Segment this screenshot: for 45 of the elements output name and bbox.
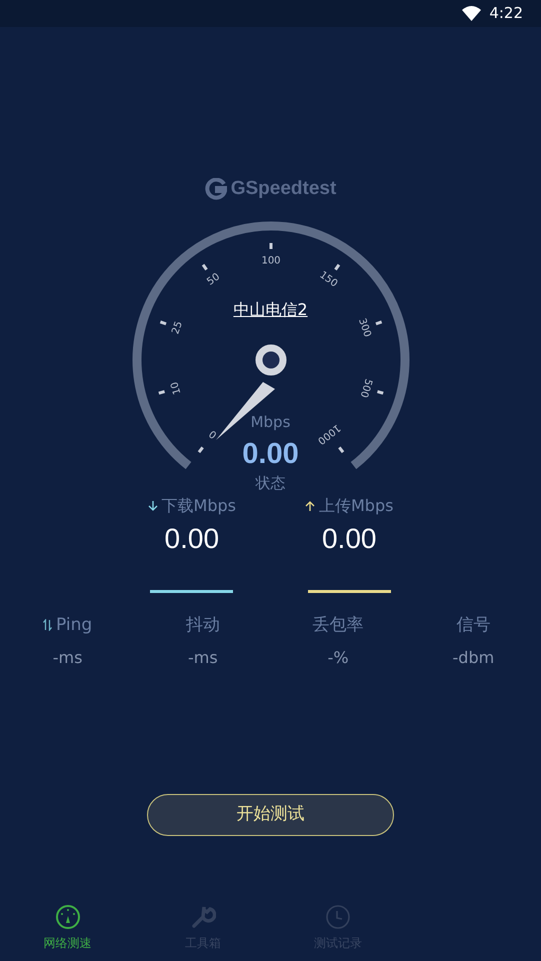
gauge-icon xyxy=(54,904,81,930)
time-text: 4:22 xyxy=(489,3,523,24)
clock-icon xyxy=(325,904,352,930)
metric-value: -dbm xyxy=(452,647,494,669)
metric-value: -% xyxy=(328,647,349,669)
down-arrow-icon xyxy=(148,500,158,512)
metric-label: 信号 xyxy=(456,614,490,636)
tick-mark xyxy=(158,390,164,394)
tick-mark xyxy=(159,320,166,325)
logo-icon xyxy=(204,178,227,200)
metric-label: Ping xyxy=(56,614,92,636)
upload-label: 上传Mbps xyxy=(319,494,394,516)
status-label: 状态 xyxy=(256,472,286,494)
tick-mark xyxy=(376,390,384,394)
speed-value: 0.00 xyxy=(242,436,299,472)
swap-arrows-icon xyxy=(43,619,52,632)
wrench-icon xyxy=(190,904,216,930)
scale-label: 150 xyxy=(316,269,339,290)
wifi-icon xyxy=(462,6,482,21)
scale-label: 100 xyxy=(260,255,280,266)
up-arrow-icon xyxy=(305,500,315,512)
metric-label: 抖动 xyxy=(186,614,220,636)
tick-mark xyxy=(338,446,344,453)
tick-mark xyxy=(269,242,272,248)
tick-mark xyxy=(334,263,340,270)
scale-label: 500 xyxy=(357,376,374,398)
scale-label: 300 xyxy=(356,316,372,338)
nav-tab[interactable]: 网络测速 xyxy=(44,904,92,952)
scale-label: 10 xyxy=(168,380,183,396)
metric-value: -ms xyxy=(52,647,82,669)
server-link[interactable]: 中山电信2 xyxy=(233,298,308,322)
scale-label: 25 xyxy=(170,320,184,336)
scale-label: 50 xyxy=(204,270,222,288)
tick-mark xyxy=(201,263,208,270)
unit-label: Mbps xyxy=(250,412,290,432)
metric-value: -ms xyxy=(188,647,218,669)
scale-label: 0 xyxy=(206,427,219,440)
logo-text: GSpeedtest xyxy=(230,177,336,201)
download-label: 下载Mbps xyxy=(162,494,236,516)
start-test-button[interactable]: 开始测试 xyxy=(147,794,394,836)
metric-label: 丢包率 xyxy=(312,614,364,636)
upload-value: 0.00 xyxy=(322,522,376,556)
tick-mark xyxy=(197,446,204,453)
tick-mark xyxy=(374,320,382,325)
download-value: 0.00 xyxy=(164,522,220,556)
